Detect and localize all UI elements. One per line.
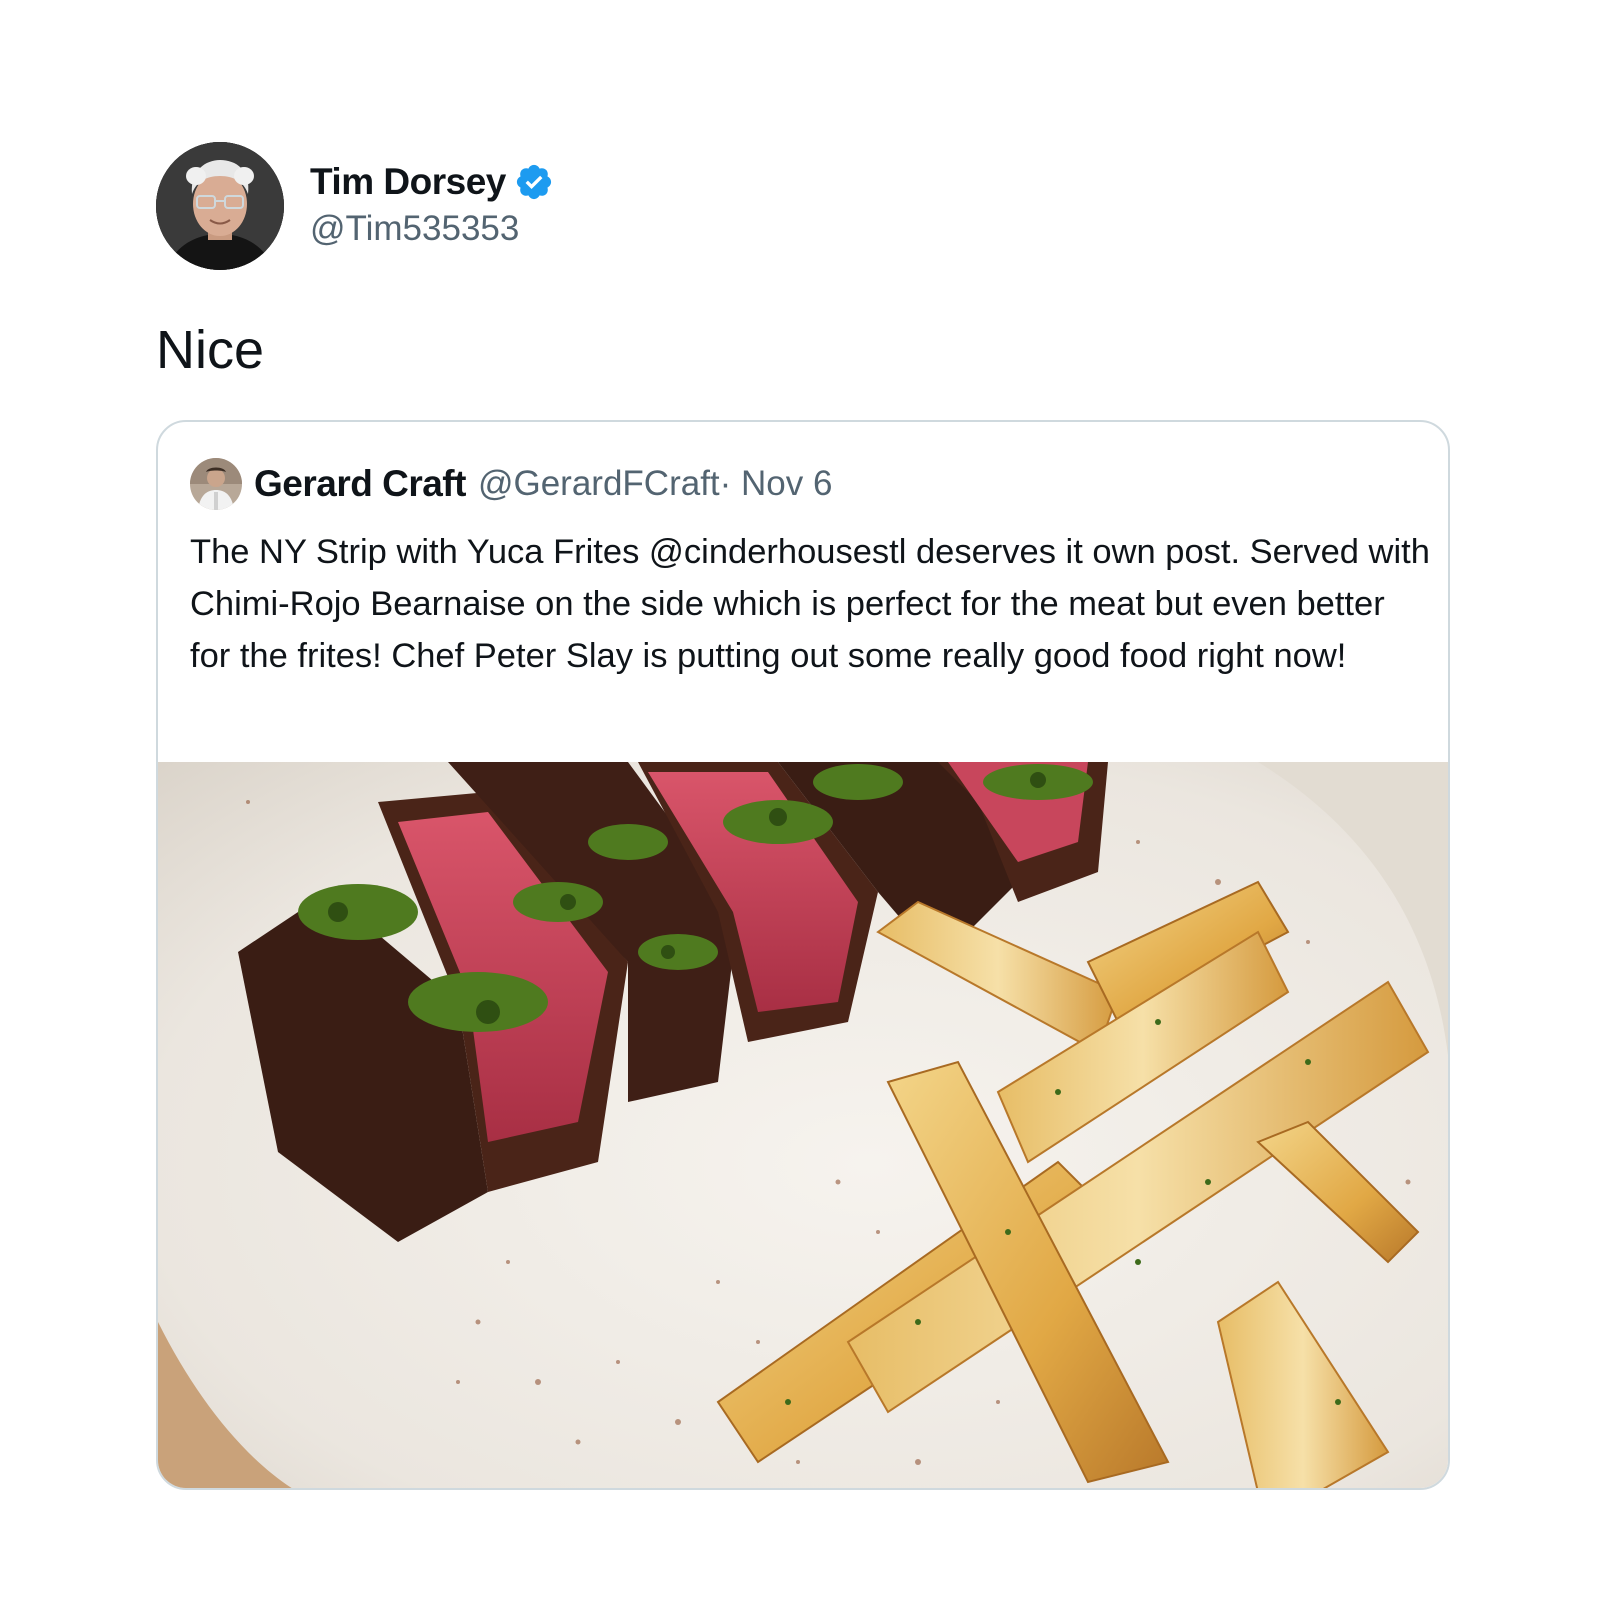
quoted-author-display-name[interactable]: Gerard Craft <box>254 463 466 505</box>
quoted-author-handle[interactable]: @GerardFCraft <box>478 464 720 504</box>
profile-photo-avatar-icon <box>190 458 242 510</box>
verified-badge-icon <box>514 162 554 202</box>
tweet-screenshot: Tim Dorsey @Tim535353 Nice Gerard Craft … <box>0 0 1600 1600</box>
quoted-author-avatar[interactable] <box>190 458 242 510</box>
author-handle[interactable]: @Tim535353 <box>310 206 554 252</box>
profile-photo-avatar-icon <box>156 142 284 270</box>
quoted-tweet-text: The NY Strip with Yuca Frites @cinderhou… <box>190 533 1430 675</box>
food-photo-icon <box>158 762 1448 1488</box>
author-avatar[interactable] <box>156 142 284 270</box>
quoted-tweet-photo[interactable] <box>158 762 1448 1488</box>
quoted-tweet-header: Gerard Craft @GerardFCraft · Nov 6 <box>190 458 832 510</box>
quoted-tweet-date[interactable]: · Nov 6 <box>720 464 833 504</box>
tweet-text: Nice <box>156 320 265 380</box>
quoted-tweet-card[interactable]: Gerard Craft @GerardFCraft · Nov 6 The N… <box>156 420 1450 1490</box>
tweet-author[interactable]: Tim Dorsey @Tim535353 <box>156 142 554 270</box>
author-display-name[interactable]: Tim Dorsey <box>310 160 506 204</box>
